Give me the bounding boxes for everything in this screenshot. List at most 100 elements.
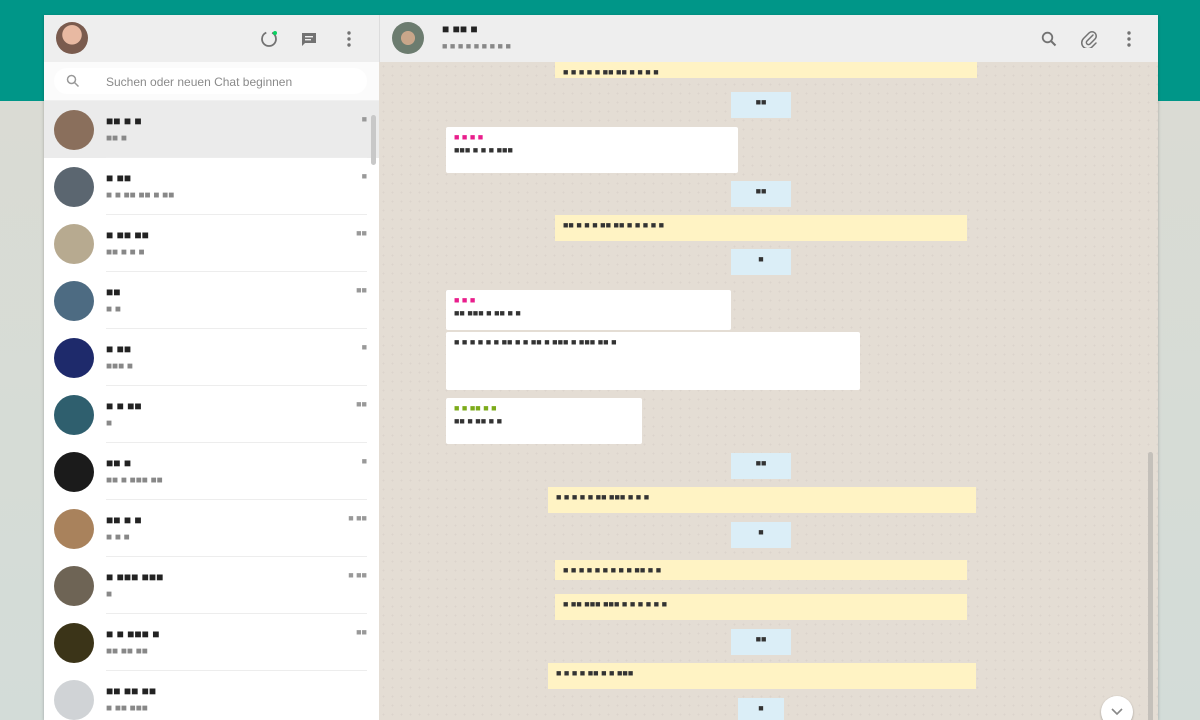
message-sender: ■ ■ ■ ■ bbox=[454, 132, 484, 142]
chat-list-pane: ■■ ■ ■■■■ ■ ■ ■■■■ ■ ■■ ■■ ■ ■■ ■ ■■ ■■■… bbox=[44, 15, 380, 720]
chat-name: ■■ bbox=[106, 285, 121, 299]
search-input[interactable] bbox=[104, 71, 358, 93]
chat-time: ■■ bbox=[356, 627, 367, 637]
avatar bbox=[54, 566, 94, 606]
message-sender: ■ ■ ■ bbox=[454, 295, 476, 305]
system-message: ■ ■ ■ ■ ■ ■■ ■■ ■ ■ ■ ■ bbox=[555, 62, 977, 78]
avatar bbox=[54, 623, 94, 663]
conversation-pane: ■ ■■ ■ ■ ■ ■ ■ ■ ■ ■ ■ ■ ■ ■ ■ ■ ■ ■■ ■■… bbox=[379, 15, 1158, 720]
chat-item[interactable]: ■ ■ ■■■ ■ ■■ ■■ ■■ ■■ bbox=[44, 614, 379, 671]
search-bar bbox=[44, 62, 379, 101]
date-label: ■ bbox=[731, 522, 791, 548]
chat-time: ■ ■■ bbox=[348, 570, 367, 580]
avatar bbox=[54, 224, 94, 264]
message-bubble[interactable]: ■ ■ ■ ■■ ■■■ ■ ■■ ■ ■ bbox=[446, 290, 731, 330]
message-bubble[interactable]: ■ ■ ■ ■ ■■■ ■ ■ ■ ■■■ bbox=[446, 127, 738, 173]
new-chat-icon[interactable] bbox=[298, 28, 320, 50]
profile-avatar[interactable] bbox=[56, 22, 88, 54]
system-message: ■ ■ ■ ■ ■■ ■ ■ ■■■ bbox=[548, 663, 976, 689]
avatar bbox=[54, 338, 94, 378]
chat-item[interactable]: ■■ ■ ■ ■ ■■ ■ bbox=[44, 101, 379, 158]
date-label: ■■ bbox=[731, 629, 791, 655]
message-text: ■■ ■ ■■ ■ ■ bbox=[454, 416, 503, 426]
chat-name: ■ ■■ ■■ bbox=[106, 228, 149, 242]
message-area[interactable]: ■ ■ ■ ■ ■ ■■ ■■ ■ ■ ■ ■ ■■ ■ ■ ■ ■ ■■■ ■… bbox=[379, 62, 1158, 720]
chat-preview: ■■ ■ ■■■ ■■ bbox=[106, 475, 163, 486]
conversation-name: ■ ■■ ■ bbox=[442, 22, 478, 36]
app-window: ■■ ■ ■■■■ ■ ■ ■■■■ ■ ■■ ■■ ■ ■■ ■ ■■ ■■■… bbox=[44, 15, 1158, 720]
chat-item[interactable]: ■■ ■■ ■■ ■ ■■ ■■■ bbox=[44, 671, 379, 720]
chat-item[interactable]: ■■ ■■ ■ ■ bbox=[44, 272, 379, 329]
menu-icon[interactable] bbox=[338, 28, 360, 50]
chat-preview: ■ bbox=[106, 418, 113, 429]
attach-icon[interactable] bbox=[1078, 28, 1100, 50]
avatar bbox=[54, 680, 94, 720]
system-message: ■ ■ ■ ■ ■ ■■ ■■■ ■ ■ ■ bbox=[548, 487, 976, 513]
chat-item[interactable]: ■■ ■ ■ ■ ■■ ■ ■ ■ bbox=[44, 500, 379, 557]
scroll-down-button[interactable] bbox=[1101, 696, 1133, 720]
chat-time: ■■ bbox=[356, 285, 367, 295]
chat-time: ■■ bbox=[356, 399, 367, 409]
message-sender: ■ ■ ■■ ■ ■ bbox=[454, 403, 497, 413]
chat-list: ■■ ■ ■ ■ ■■ ■ ■ ■■ ■ ■ ■ ■■ ■■ ■ ■■ ■ ■■ ■■ ■… bbox=[44, 101, 379, 720]
chat-preview: ■ bbox=[106, 589, 113, 600]
system-message: ■ ■■ ■■■ ■■■ ■ ■ ■ ■ ■ ■ bbox=[555, 594, 967, 620]
chat-list-scrollbar[interactable] bbox=[371, 115, 376, 165]
chat-name: ■■ ■ bbox=[106, 456, 132, 470]
search-box bbox=[54, 68, 367, 94]
left-header bbox=[44, 15, 379, 62]
date-label: ■■ bbox=[731, 453, 791, 479]
message-scrollbar[interactable] bbox=[1148, 452, 1153, 720]
chat-name: ■■ ■ ■ bbox=[106, 513, 142, 527]
chat-time: ■ bbox=[361, 456, 367, 466]
chat-item[interactable]: ■ ■■ ■ ■ ■ ■■ ■■ ■ ■■ bbox=[44, 158, 379, 215]
avatar bbox=[54, 167, 94, 207]
avatar bbox=[54, 509, 94, 549]
chat-name: ■ ■■ bbox=[106, 342, 132, 356]
chat-item[interactable]: ■ ■■■ ■■■ ■ ■■ ■ bbox=[44, 557, 379, 614]
avatar bbox=[54, 281, 94, 321]
message-bubble[interactable]: ■ ■ ■■ ■ ■ ■■ ■ ■■ ■ ■ bbox=[446, 398, 642, 444]
chat-preview: ■ ■■ ■■■ bbox=[106, 703, 148, 714]
chat-name: ■ ■ ■■■ ■ bbox=[106, 627, 160, 641]
message-text: ■■■ ■ ■ ■ ■■■ bbox=[454, 145, 513, 155]
search-messages-icon[interactable] bbox=[1038, 28, 1060, 50]
avatar bbox=[54, 395, 94, 435]
chat-name: ■ ■ ■■ bbox=[106, 399, 142, 413]
conversation-menu-icon[interactable] bbox=[1118, 28, 1140, 50]
avatar bbox=[54, 110, 94, 150]
chat-preview: ■■ ■ bbox=[106, 133, 127, 144]
date-label: ■ bbox=[731, 249, 791, 275]
chat-preview: ■■ ■ ■ ■ bbox=[106, 247, 145, 258]
chat-name: ■■ ■ ■ bbox=[106, 114, 142, 128]
chevron-down-icon bbox=[1111, 708, 1123, 716]
status-icon[interactable] bbox=[258, 28, 280, 50]
search-icon bbox=[66, 74, 80, 88]
chat-item[interactable]: ■ ■■ ■■ ■■ ■■ ■ ■ ■ bbox=[44, 215, 379, 272]
conversation-status: ■ ■ ■ ■ ■ ■ ■ ■ ■ bbox=[442, 41, 511, 51]
chat-preview: ■■■ ■ bbox=[106, 361, 133, 372]
date-label: ■■ bbox=[731, 92, 791, 118]
chat-time: ■ bbox=[361, 171, 367, 181]
chat-time: ■ bbox=[361, 114, 367, 124]
avatar bbox=[54, 452, 94, 492]
system-message: ■■ ■ ■ ■ ■■ ■■ ■ ■ ■ ■ ■ bbox=[555, 215, 967, 241]
chat-name: ■■ ■■ ■■ bbox=[106, 684, 157, 698]
chat-preview: ■■ ■■ ■■ bbox=[106, 646, 148, 657]
message-text: ■ ■ ■ ■ ■ ■ ■■ ■ ■ ■■ ■ ■■■ ■ ■■■ ■■ ■ bbox=[454, 337, 617, 347]
chat-time: ■ bbox=[361, 342, 367, 352]
system-message: ■ ■ ■ ■ ■ ■ ■ ■ ■ ■■ ■ ■ bbox=[555, 560, 967, 580]
message-bubble[interactable]: ■ ■ ■ ■ ■ ■ ■■ ■ ■ ■■ ■ ■■■ ■ ■■■ ■■ ■ bbox=[446, 332, 860, 390]
chat-name: ■ ■■ bbox=[106, 171, 132, 185]
chat-item[interactable]: ■ ■■ ■ ■■■ ■ bbox=[44, 329, 379, 386]
date-label: ■ bbox=[738, 698, 784, 720]
conversation-avatar[interactable] bbox=[392, 22, 424, 54]
chat-preview: ■ ■ ■■ ■■ ■ ■■ bbox=[106, 190, 175, 201]
chat-preview: ■ ■ bbox=[106, 304, 121, 315]
chat-name: ■ ■■■ ■■■ bbox=[106, 570, 164, 584]
chat-item[interactable]: ■■ ■ ■ ■■ ■ ■■■ ■■ bbox=[44, 443, 379, 500]
chat-item[interactable]: ■ ■ ■■ ■■ ■ bbox=[44, 386, 379, 443]
chat-time: ■■ bbox=[356, 228, 367, 238]
message-text: ■■ ■■■ ■ ■■ ■ ■ bbox=[454, 308, 521, 318]
conversation-header[interactable]: ■ ■■ ■ ■ ■ ■ ■ ■ ■ ■ ■ ■ bbox=[379, 15, 1158, 62]
